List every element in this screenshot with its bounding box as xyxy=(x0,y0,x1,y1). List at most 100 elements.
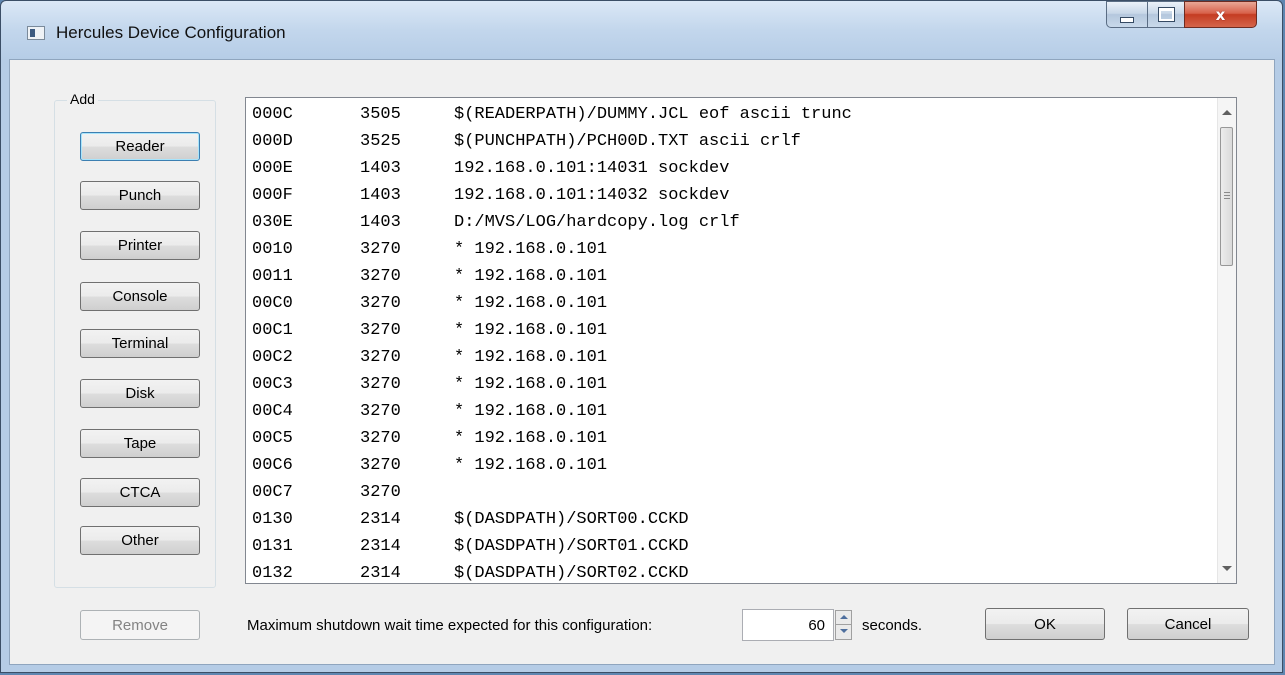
remove-button[interactable]: Remove xyxy=(80,610,200,640)
add-group-label: Add xyxy=(67,91,98,107)
device-row[interactable]: 00C5 3270 * 192.168.0.101 xyxy=(246,425,1217,452)
add-console-button[interactable]: Console xyxy=(80,282,200,311)
add-printer-button[interactable]: Printer xyxy=(80,231,200,260)
device-row[interactable]: 000F 1403 192.168.0.101:14032 sockdev xyxy=(246,182,1217,209)
device-address: 0010 xyxy=(252,240,293,259)
app-icon[interactable] xyxy=(27,26,45,40)
shutdown-wait-input[interactable]: 60 xyxy=(742,609,834,641)
device-row[interactable]: 000D 3525 $(PUNCHPATH)/PCH00D.TXT ascii cr… xyxy=(246,128,1217,155)
minimize-button[interactable] xyxy=(1106,1,1148,28)
add-disk-button[interactable]: Disk xyxy=(80,379,200,408)
close-icon: x xyxy=(1215,5,1226,24)
device-row[interactable]: 0011 3270 * 192.168.0.101 xyxy=(246,263,1217,290)
add-other-button[interactable]: Other xyxy=(80,526,200,555)
device-row[interactable]: 00C1 3270 * 192.168.0.101 xyxy=(246,317,1217,344)
device-arguments: * 192.168.0.101 xyxy=(454,402,608,421)
seconds-label: seconds. xyxy=(862,617,923,634)
device-address: 0132 xyxy=(252,564,293,583)
device-type: 3270 xyxy=(360,348,401,367)
device-address: 00C6 xyxy=(252,456,293,475)
device-address: 0131 xyxy=(252,537,293,556)
device-row[interactable]: 0130 2314 $(DASDPATH)/SORT00.CCKD xyxy=(246,506,1217,533)
spin-down-button[interactable] xyxy=(836,625,851,639)
device-arguments: $(DASDPATH)/SORT00.CCKD xyxy=(454,510,689,529)
device-row[interactable]: 00C3 3270 * 192.168.0.101 xyxy=(246,371,1217,398)
device-address: 00C7 xyxy=(252,483,293,502)
device-address: 000E xyxy=(252,159,293,178)
device-arguments: * 192.168.0.101 xyxy=(454,240,608,259)
device-row[interactable]: 0132 2314 $(DASDPATH)/SORT02.CCKD xyxy=(246,560,1217,583)
device-arguments: * 192.168.0.101 xyxy=(454,348,608,367)
device-row[interactable]: 0131 2314 $(DASDPATH)/SORT01.CCKD xyxy=(246,533,1217,560)
device-rows: 000C 3505 $(READERPATH)/DUMMY.JCL eof asci… xyxy=(246,101,1217,583)
device-row[interactable]: 00C0 3270 * 192.168.0.101 xyxy=(246,290,1217,317)
minimize-icon xyxy=(1120,16,1134,23)
device-arguments: * 192.168.0.101 xyxy=(454,321,608,340)
maximize-icon xyxy=(1157,7,1175,22)
device-type: 3270 xyxy=(360,240,401,259)
device-row[interactable]: 00C2 3270 * 192.168.0.101 xyxy=(246,344,1217,371)
device-address: 00C4 xyxy=(252,402,293,421)
vertical-scrollbar[interactable] xyxy=(1217,98,1236,583)
device-address: 030E xyxy=(252,213,293,232)
scroll-thumb[interactable] xyxy=(1220,127,1233,266)
device-row[interactable]: 0010 3270 * 192.168.0.101 xyxy=(246,236,1217,263)
device-type: 3270 xyxy=(360,402,401,421)
ok-button[interactable]: OK xyxy=(985,608,1105,640)
maximize-button[interactable] xyxy=(1147,1,1185,28)
device-type: 3270 xyxy=(360,375,401,394)
add-reader-button[interactable]: Reader xyxy=(80,132,200,161)
device-type: 2314 xyxy=(360,537,401,556)
device-row[interactable]: 00C6 3270 * 192.168.0.101 xyxy=(246,452,1217,479)
device-list[interactable]: 000C 3505 $(READERPATH)/DUMMY.JCL eof asci… xyxy=(245,97,1237,584)
grip-line xyxy=(1224,198,1230,199)
device-type: 3270 xyxy=(360,267,401,286)
device-arguments: $(PUNCHPATH)/PCH00D.TXT ascii crlf xyxy=(454,132,801,151)
device-arguments: $(READERPATH)/DUMMY.JCL eof ascii trunc xyxy=(454,105,852,124)
device-type: 3525 xyxy=(360,132,401,151)
device-row[interactable]: 00C7 3270 xyxy=(246,479,1217,506)
grip-line xyxy=(1224,195,1230,196)
add-tape-button[interactable]: Tape xyxy=(80,429,200,458)
device-arguments: 192.168.0.101:14031 sockdev xyxy=(454,159,730,178)
device-row[interactable]: 030E 1403 D:/MVS/LOG/hardcopy.log crlf xyxy=(246,209,1217,236)
device-type: 3270 xyxy=(360,429,401,448)
device-type: 1403 xyxy=(360,186,401,205)
title-bar[interactable]: Hercules Device Configuration x xyxy=(1,1,1282,59)
device-type: 2314 xyxy=(360,564,401,583)
shutdown-wait-label: Maximum shutdown wait time expected for … xyxy=(247,617,653,634)
device-arguments: $(DASDPATH)/SORT01.CCKD xyxy=(454,537,689,556)
device-address: 00C5 xyxy=(252,429,293,448)
wait-spinner[interactable] xyxy=(835,610,852,640)
cancel-button[interactable]: Cancel xyxy=(1127,608,1249,640)
close-button[interactable]: x xyxy=(1184,1,1257,28)
device-address: 000D xyxy=(252,132,293,151)
device-type: 3270 xyxy=(360,456,401,475)
device-address: 000C xyxy=(252,105,293,124)
device-address: 00C0 xyxy=(252,294,293,313)
scroll-up-icon[interactable] xyxy=(1222,110,1232,115)
add-ctca-button[interactable]: CTCA xyxy=(80,478,200,507)
device-arguments: * 192.168.0.101 xyxy=(454,429,608,448)
spin-up-button[interactable] xyxy=(836,611,851,625)
window-title: Hercules Device Configuration xyxy=(56,23,286,42)
device-type: 3270 xyxy=(360,483,401,502)
device-arguments: $(DASDPATH)/SORT02.CCKD xyxy=(454,564,689,583)
add-terminal-button[interactable]: Terminal xyxy=(80,329,200,358)
device-address: 000F xyxy=(252,186,293,205)
device-type: 3505 xyxy=(360,105,401,124)
device-address: 0011 xyxy=(252,267,293,286)
device-arguments: * 192.168.0.101 xyxy=(454,456,608,475)
device-row[interactable]: 000C 3505 $(READERPATH)/DUMMY.JCL eof asci… xyxy=(246,101,1217,128)
device-type: 1403 xyxy=(360,213,401,232)
device-type: 3270 xyxy=(360,294,401,313)
scroll-down-icon[interactable] xyxy=(1222,566,1232,571)
device-address: 0130 xyxy=(252,510,293,529)
spin-up-icon xyxy=(840,615,848,619)
device-row[interactable]: 000E 1403 192.168.0.101:14031 sockdev xyxy=(246,155,1217,182)
device-row[interactable]: 00C4 3270 * 192.168.0.101 xyxy=(246,398,1217,425)
add-punch-button[interactable]: Punch xyxy=(80,181,200,210)
device-address: 00C1 xyxy=(252,321,293,340)
device-type: 3270 xyxy=(360,321,401,340)
device-arguments: 192.168.0.101:14032 sockdev xyxy=(454,186,730,205)
